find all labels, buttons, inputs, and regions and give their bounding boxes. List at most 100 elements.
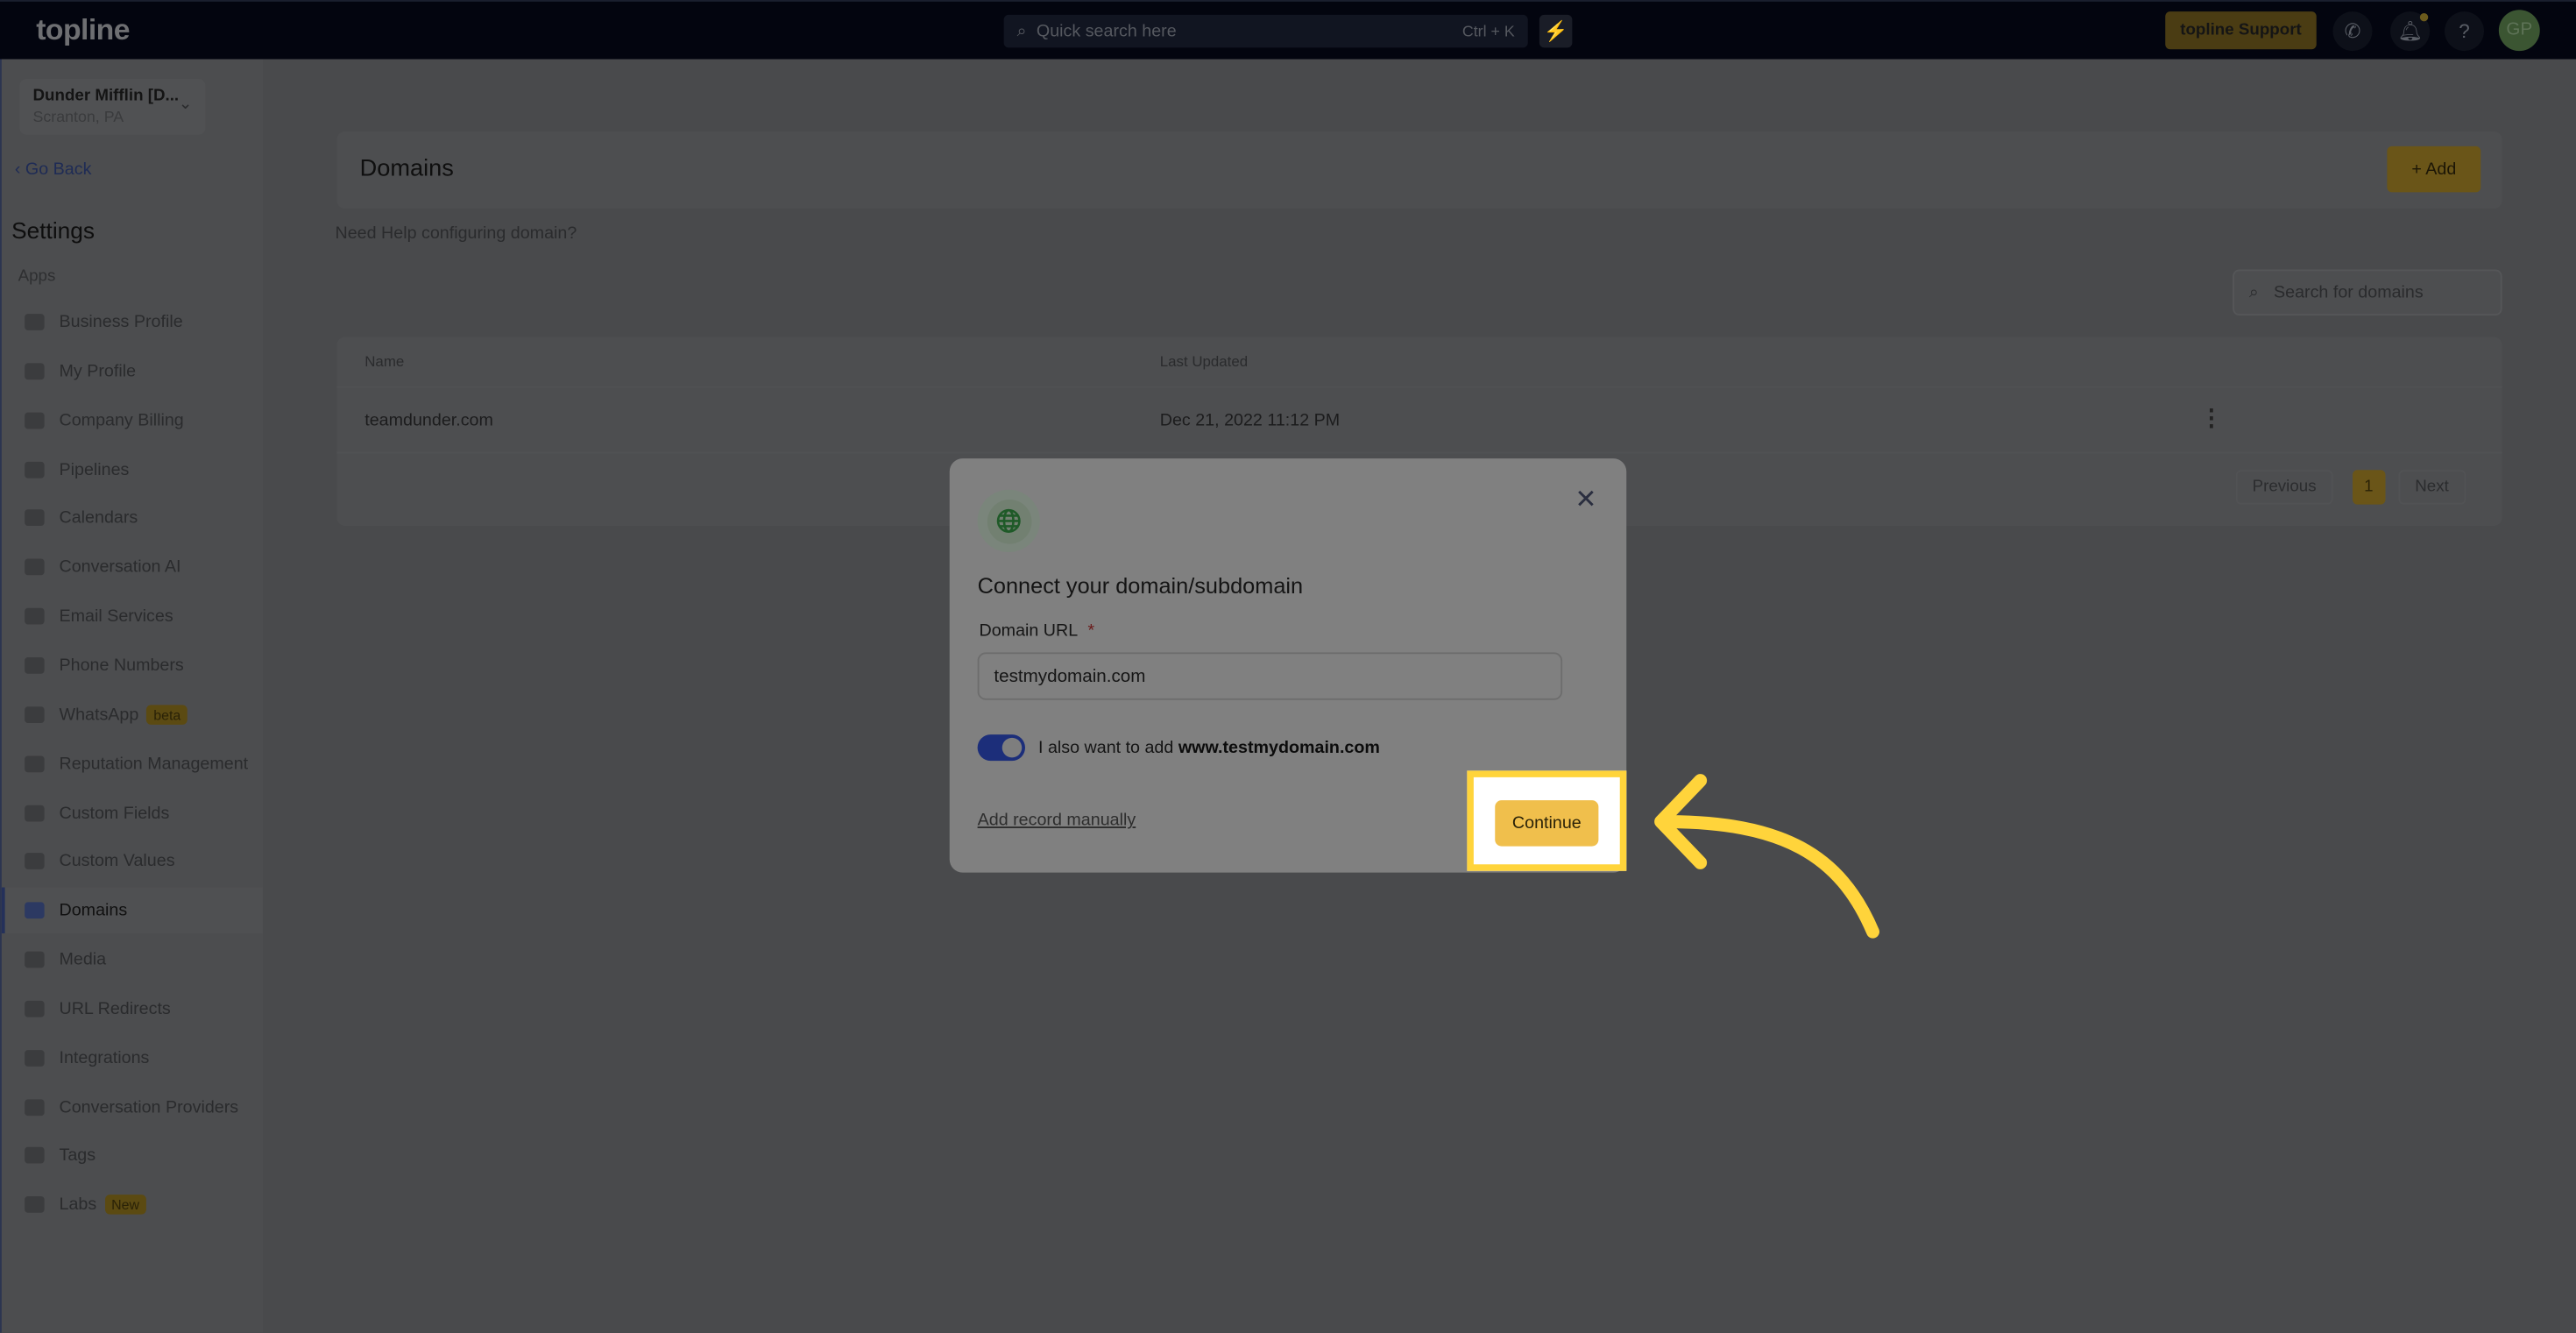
sidebar-item-icon	[25, 1098, 45, 1116]
toggle-label: I also want to add www.testmydomain.com	[1038, 738, 1380, 758]
go-back-link[interactable]: ‹ Go Back	[15, 160, 92, 180]
sidebar-item-label: My Profile	[59, 361, 137, 381]
continue-button[interactable]: Continue	[1495, 800, 1599, 847]
notification-dot	[2419, 13, 2429, 22]
support-button[interactable]: topline Support	[2165, 11, 2317, 50]
sidebar-item-icon	[25, 314, 45, 330]
sidebar-item-icon	[25, 951, 45, 968]
sidebar-item-label: Company Billing	[59, 410, 184, 430]
search-shortcut: Ctrl + K	[1461, 22, 1515, 40]
bell-icon[interactable]: 🔔︎	[2390, 11, 2431, 52]
sidebar-item-conversation-ai[interactable]: Conversation AI	[2, 544, 263, 591]
add-button[interactable]: + Add	[2387, 145, 2481, 193]
phone-icon[interactable]: ✆	[2332, 11, 2373, 52]
domain-search-input[interactable]: Search for domains	[2233, 269, 2502, 316]
page-title: Domains	[359, 156, 454, 183]
sidebar-item-icon	[25, 656, 45, 674]
section-label: Apps	[18, 267, 56, 287]
domain-url-input[interactable]	[977, 652, 1563, 700]
globe-icon	[977, 489, 1040, 552]
sidebar-item-whatsapp[interactable]: WhatsApp beta	[2, 691, 263, 738]
last-updated: Dec 21, 2022 11:12 PM	[1159, 410, 1341, 431]
sidebar-item-tags[interactable]: Tags	[2, 1133, 263, 1180]
account-name: Dunder Mifflin [D...	[32, 87, 180, 105]
close-icon[interactable]: ✕	[1575, 483, 1596, 516]
sidebar-item-label: Domains	[59, 900, 128, 921]
add-record-manually-link[interactable]: Add record manually	[978, 810, 1136, 830]
www-toggle[interactable]	[977, 734, 1025, 762]
sidebar-item-label: Custom Fields	[59, 802, 170, 823]
sidebar-item-icon	[25, 902, 45, 919]
settings-title: Settings	[11, 216, 95, 244]
domain-url-label: Domain URL *	[980, 621, 1095, 642]
chevron-down-icon: ⌄	[178, 95, 193, 114]
sidebar-item-my-profile[interactable]: My Profile	[2, 348, 263, 394]
sidebar-item-icon	[25, 705, 45, 723]
sidebar-item-domains[interactable]: Domains	[1, 887, 263, 934]
pointer-arrow-icon	[1654, 774, 1879, 939]
search-icon: ⌕	[1016, 20, 1027, 40]
sidebar-item-label: Email Services	[59, 606, 173, 627]
required-mark: *	[1087, 620, 1095, 642]
sidebar-item-icon	[25, 461, 45, 478]
account-location: Scranton, PA	[32, 108, 124, 127]
sidebar: Dunder Mifflin [D... Scranton, PA ⌄ ‹ Go…	[0, 59, 263, 1333]
toggle-knob	[1001, 737, 1023, 758]
sidebar-item-label: WhatsApp	[59, 704, 139, 725]
sidebar-item-label: Phone Numbers	[59, 656, 184, 676]
toggle-domain: www.testmydomain.com	[1178, 737, 1380, 758]
page-1-button[interactable]: 1	[2353, 470, 2385, 505]
help-link[interactable]: Need Help configuring domain?	[336, 223, 577, 244]
sidebar-item-company-billing[interactable]: Company Billing	[2, 397, 263, 443]
table-row[interactable]: teamdunder.com Dec 21, 2022 11:12 PM ⋮	[336, 386, 2502, 454]
more-options-icon[interactable]: ⋮	[2200, 404, 2223, 432]
sidebar-item-custom-fields[interactable]: Custom Fields	[2, 790, 263, 836]
search-placeholder: Quick search here	[1036, 21, 1177, 41]
sidebar-item-badge: beta	[146, 704, 188, 725]
sidebar-item-label: Calendars	[59, 508, 138, 528]
modal-title: Connect your domain/subdomain	[977, 573, 1304, 599]
sidebar-item-label: Custom Values	[59, 851, 175, 872]
top-bar: topline ⌕ Quick search here Ctrl + K ⚡ t…	[0, 0, 2576, 60]
domain-name: teamdunder.com	[364, 410, 493, 431]
sidebar-item-icon	[25, 363, 45, 379]
sidebar-item-integrations[interactable]: Integrations	[2, 1035, 263, 1081]
avatar[interactable]: GP	[2498, 10, 2540, 52]
sidebar-item-badge: New	[104, 1195, 146, 1216]
sidebar-item-icon	[25, 558, 45, 576]
sidebar-item-icon	[25, 804, 45, 821]
toggle-text: I also want to add	[1038, 737, 1178, 758]
sidebar-item-url-redirects[interactable]: URL Redirects	[2, 986, 263, 1032]
sidebar-item-custom-values[interactable]: Custom Values	[2, 839, 263, 885]
sidebar-item-icon	[25, 853, 45, 870]
sidebar-item-icon	[25, 412, 45, 429]
sidebar-item-label: Pipelines	[59, 459, 130, 479]
sidebar-item-reputation-management[interactable]: Reputation Management	[2, 741, 263, 787]
go-back-label: Go Back	[25, 159, 92, 180]
sidebar-item-label: Conversation AI	[59, 557, 181, 578]
logo[interactable]: topline	[36, 13, 130, 47]
previous-button[interactable]: Previous	[2235, 470, 2333, 505]
lightning-icon[interactable]: ⚡	[1539, 14, 1573, 48]
account-switcher[interactable]: Dunder Mifflin [D... Scranton, PA ⌄	[19, 79, 206, 135]
sidebar-item-icon	[25, 1000, 45, 1017]
sidebar-item-business-profile[interactable]: Business Profile	[2, 299, 263, 345]
sidebar-item-calendars[interactable]: Calendars	[2, 495, 263, 542]
sidebar-item-label: Tags	[59, 1145, 96, 1166]
sidebar-item-label: URL Redirects	[59, 998, 171, 1019]
sidebar-item-label: Business Profile	[59, 312, 183, 332]
help-icon[interactable]: ?	[2445, 11, 2484, 52]
sidebar-item-phone-numbers[interactable]: Phone Numbers	[2, 642, 263, 689]
sidebar-item-label: Conversation Providers	[59, 1096, 239, 1117]
sidebar-item-labs[interactable]: Labs New	[2, 1182, 263, 1229]
sidebar-item-media[interactable]: Media	[2, 937, 263, 983]
sidebar-item-email-services[interactable]: Email Services	[2, 593, 263, 640]
column-header-name: Name	[364, 353, 405, 370]
sidebar-item-conversation-providers[interactable]: Conversation Providers	[2, 1084, 263, 1131]
sidebar-item-icon	[25, 755, 45, 772]
next-button[interactable]: Next	[2398, 470, 2466, 505]
quick-search[interactable]: ⌕ Quick search here Ctrl + K	[1003, 14, 1528, 48]
sidebar-item-label: Integrations	[59, 1047, 150, 1068]
sidebar-item-pipelines[interactable]: Pipelines	[2, 446, 263, 493]
sidebar-item-label: Labs	[59, 1195, 97, 1216]
